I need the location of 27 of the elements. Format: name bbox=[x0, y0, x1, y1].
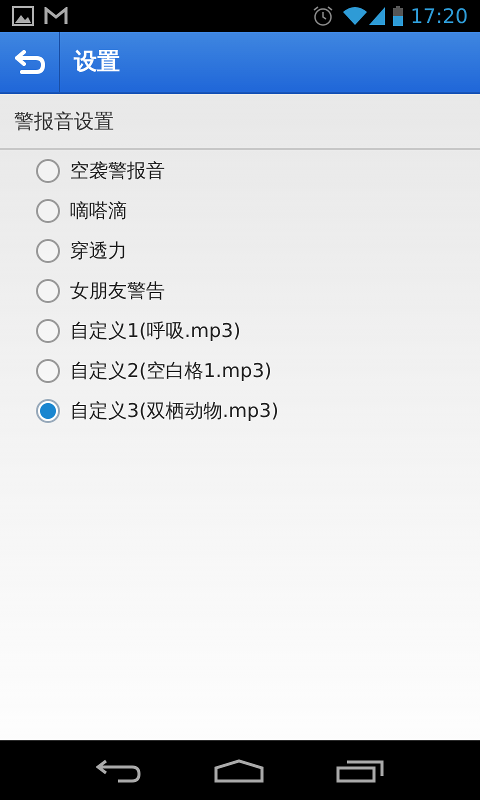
radio-button[interactable] bbox=[36, 239, 60, 263]
radio-button[interactable] bbox=[36, 359, 60, 383]
mail-icon bbox=[44, 7, 68, 25]
radio-button[interactable] bbox=[36, 399, 60, 423]
signal-icon bbox=[368, 6, 386, 26]
battery-icon bbox=[392, 6, 404, 26]
alarm-icon bbox=[312, 5, 334, 27]
option-label: 空袭警报音 bbox=[70, 158, 165, 184]
recent-apps-icon[interactable] bbox=[336, 758, 384, 782]
option-label: 穿透力 bbox=[70, 238, 127, 264]
radio-button[interactable] bbox=[36, 159, 60, 183]
option-label: 自定义3(双栖动物.mp3) bbox=[70, 398, 279, 424]
option-label: 嘀嗒滴 bbox=[70, 198, 127, 224]
option-label: 自定义1(呼吸.mp3) bbox=[70, 318, 241, 344]
section-title: 警报音设置 bbox=[14, 108, 114, 135]
radio-button[interactable] bbox=[36, 279, 60, 303]
option-label: 女朋友警告 bbox=[70, 278, 165, 304]
option-label: 自定义2(空白格1.mp3) bbox=[70, 358, 272, 384]
radio-button[interactable] bbox=[36, 199, 60, 223]
back-arrow-icon bbox=[14, 49, 46, 75]
screen-title: 设置 bbox=[74, 48, 120, 77]
back-nav-icon[interactable] bbox=[96, 758, 142, 782]
radio-button[interactable] bbox=[36, 319, 60, 343]
home-nav-icon[interactable] bbox=[214, 758, 264, 782]
image-icon bbox=[12, 6, 34, 26]
clock-time: 17:20 bbox=[410, 3, 468, 30]
wifi-icon bbox=[342, 6, 368, 26]
